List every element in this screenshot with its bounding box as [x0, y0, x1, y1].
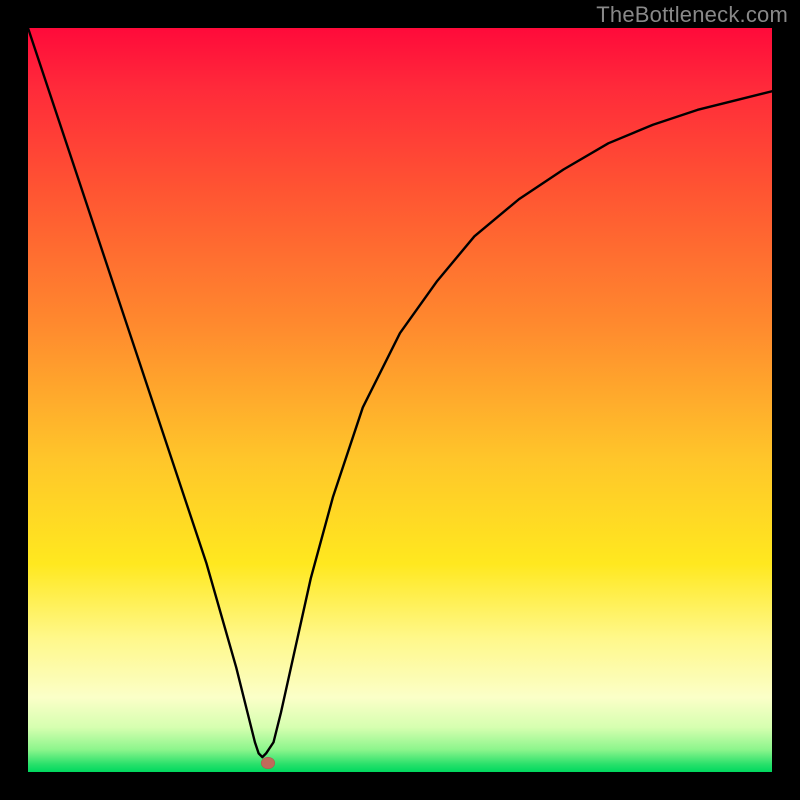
chart-container: TheBottleneck.com — [0, 0, 800, 800]
optimal-point-marker — [261, 757, 275, 769]
plot-area — [28, 28, 772, 772]
bottleneck-curve — [28, 28, 772, 772]
watermark-text: TheBottleneck.com — [596, 2, 788, 28]
